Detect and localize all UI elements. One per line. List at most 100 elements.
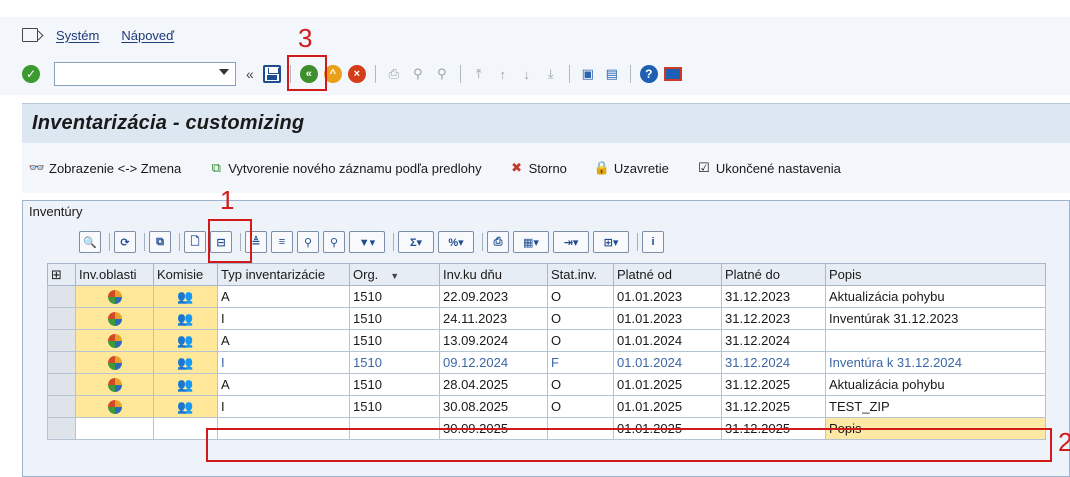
table-cell[interactable]: 01.01.2025 <box>613 373 722 396</box>
new-entry-row[interactable]: 30.09.2025 01.01.2025 31.12.2025 Popis <box>47 417 1046 440</box>
column-header[interactable]: Stat.inv. <box>547 263 614 286</box>
column-header[interactable]: Inv.ku dňu <box>439 263 548 286</box>
table-cell[interactable]: Aktualizácia pohybu <box>825 285 1046 308</box>
table-cell[interactable]: 01.01.2024 <box>613 329 722 352</box>
last-page-icon[interactable]: ⤓ <box>541 64 561 84</box>
menu-exit-icon[interactable] <box>22 28 38 42</box>
table-row[interactable]: 👥 A 1510 13.09.2024 O 01.01.2024 31.12.2… <box>47 329 1046 352</box>
filter-icon[interactable]: ▼▾ <box>349 231 385 253</box>
info-icon[interactable]: i <box>642 231 664 253</box>
inventory-date-input[interactable]: 30.09.2025 <box>439 417 548 440</box>
table-cell[interactable]: O <box>547 307 614 330</box>
row-selector[interactable] <box>47 417 76 440</box>
column-config-icon[interactable]: ⊞ <box>47 263 76 286</box>
table-cell[interactable]: 22.09.2023 <box>439 285 548 308</box>
next-page-icon[interactable]: ↓ <box>517 64 537 84</box>
find-next-icon[interactable]: ⚲ <box>323 231 345 253</box>
column-header[interactable]: Komisie <box>153 263 218 286</box>
table-cell[interactable]: A <box>217 285 350 308</box>
table-cell[interactable]: 1510 <box>349 307 440 330</box>
row-selector[interactable] <box>47 395 76 418</box>
inventory-areas-button[interactable] <box>75 395 154 418</box>
table-cell[interactable]: 31.12.2024 <box>721 351 826 374</box>
table-cell[interactable]: 1510 <box>349 329 440 352</box>
sort-descending-icon[interactable]: ≡ <box>271 231 293 253</box>
commissions-button[interactable]: 👥 <box>153 285 218 308</box>
type-input[interactable] <box>217 417 350 440</box>
commissions-button[interactable]: 👥 <box>153 329 218 352</box>
column-header[interactable]: Popis <box>825 263 1046 286</box>
row-selector[interactable] <box>47 373 76 396</box>
back-button[interactable]: « <box>299 64 319 84</box>
table-cell[interactable]: 01.01.2025 <box>613 395 722 418</box>
table-cell[interactable]: Inventúrak 31.12.2023 <box>825 307 1046 330</box>
table-cell[interactable]: 31.12.2025 <box>721 373 826 396</box>
inventory-areas-button[interactable] <box>75 351 154 374</box>
shortcut-icon[interactable]: ▤ <box>602 64 622 84</box>
table-cell[interactable]: 31.12.2023 <box>721 285 826 308</box>
valid-to-input[interactable]: 31.12.2025 <box>721 417 826 440</box>
print-icon[interactable]: ⎙ <box>384 64 404 84</box>
display-change-button[interactable]: 👓 Zobrazenie <-> Zmena <box>28 160 181 176</box>
table-cell[interactable]: 1510 <box>349 395 440 418</box>
valid-from-input[interactable]: 01.01.2025 <box>613 417 722 440</box>
table-cell[interactable]: 24.11.2023 <box>439 307 548 330</box>
table-cell[interactable] <box>825 329 1046 352</box>
lock-button[interactable]: 🔒 Uzavretie <box>593 160 669 176</box>
delete-row-icon[interactable]: ⊟ <box>210 231 232 253</box>
print-icon[interactable]: ⎙ <box>487 231 509 253</box>
table-cell[interactable]: 30.08.2025 <box>439 395 548 418</box>
table-cell[interactable]: 1510 <box>349 285 440 308</box>
commissions-button[interactable]: 👥 <box>153 351 218 374</box>
table-cell[interactable]: I <box>217 351 350 374</box>
inventory-areas-button[interactable] <box>75 329 154 352</box>
table-cell[interactable]: 01.01.2023 <box>613 285 722 308</box>
copy-row-icon[interactable]: ⧉ <box>149 231 171 253</box>
table-cell[interactable]: O <box>547 329 614 352</box>
settings-done-button[interactable]: ☑ Ukončené nastavenia <box>695 160 841 176</box>
new-session-icon[interactable]: ▣ <box>578 64 598 84</box>
table-cell[interactable]: 01.01.2023 <box>613 307 722 330</box>
column-header[interactable]: Platné do <box>721 263 826 286</box>
table-cell[interactable]: 13.09.2024 <box>439 329 548 352</box>
refresh-icon[interactable]: ⟳ <box>114 231 136 253</box>
new-row-button[interactable]: 🗋 <box>184 231 206 253</box>
find-icon[interactable]: ⚲ <box>408 64 428 84</box>
sort-ascending-icon[interactable]: ≜ <box>245 231 267 253</box>
column-header[interactable]: Inv.oblasti <box>75 263 154 286</box>
layout-icon[interactable]: ⊞▾ <box>593 231 629 253</box>
table-cell[interactable]: F <box>547 351 614 374</box>
table-cell[interactable]: Inventúra k 31.12.2024 <box>825 351 1046 374</box>
previous-page-icon[interactable]: ↑ <box>493 64 513 84</box>
chevron-down-icon[interactable] <box>219 69 229 75</box>
table-cell[interactable]: I <box>217 307 350 330</box>
table-row[interactable]: 👥 A 1510 28.04.2025 O 01.01.2025 31.12.2… <box>47 373 1046 396</box>
commissions-button[interactable]: 👥 <box>153 307 218 330</box>
inventory-areas-button[interactable] <box>75 285 154 308</box>
first-page-icon[interactable]: ⤒ <box>469 64 489 84</box>
inventory-areas-button[interactable] <box>75 307 154 330</box>
collapse-arrows-icon[interactable]: « <box>246 66 254 82</box>
table-cell[interactable]: 1510 <box>349 373 440 396</box>
commissions-button[interactable]: 👥 <box>153 395 218 418</box>
export-icon[interactable]: ⇥▾ <box>553 231 589 253</box>
views-icon[interactable]: ▦▾ <box>513 231 549 253</box>
table-row[interactable]: 👥 I 1510 09.12.2024 F 01.01.2024 31.12.2… <box>47 351 1046 374</box>
table-cell[interactable]: O <box>547 285 614 308</box>
column-header-org[interactable]: Org. ▼ <box>349 263 440 286</box>
enter-check-icon[interactable]: ✓ <box>22 65 40 83</box>
column-header[interactable]: Platné od <box>613 263 722 286</box>
find-icon[interactable]: ⚲ <box>297 231 319 253</box>
find-next-icon[interactable]: ⚲ <box>432 64 452 84</box>
table-cell[interactable]: Aktualizácia pohybu <box>825 373 1046 396</box>
row-selector[interactable] <box>47 329 76 352</box>
status-input[interactable] <box>547 417 614 440</box>
table-cell[interactable]: TEST_ZIP <box>825 395 1046 418</box>
table-cell[interactable]: O <box>547 373 614 396</box>
save-button[interactable] <box>262 64 282 84</box>
commissions-button[interactable]: 👥 <box>153 373 218 396</box>
subtotal-icon[interactable]: %▾ <box>438 231 474 253</box>
details-icon[interactable]: 🔍 <box>79 231 101 253</box>
customize-layout-button[interactable] <box>663 64 683 84</box>
command-field[interactable] <box>54 62 236 86</box>
